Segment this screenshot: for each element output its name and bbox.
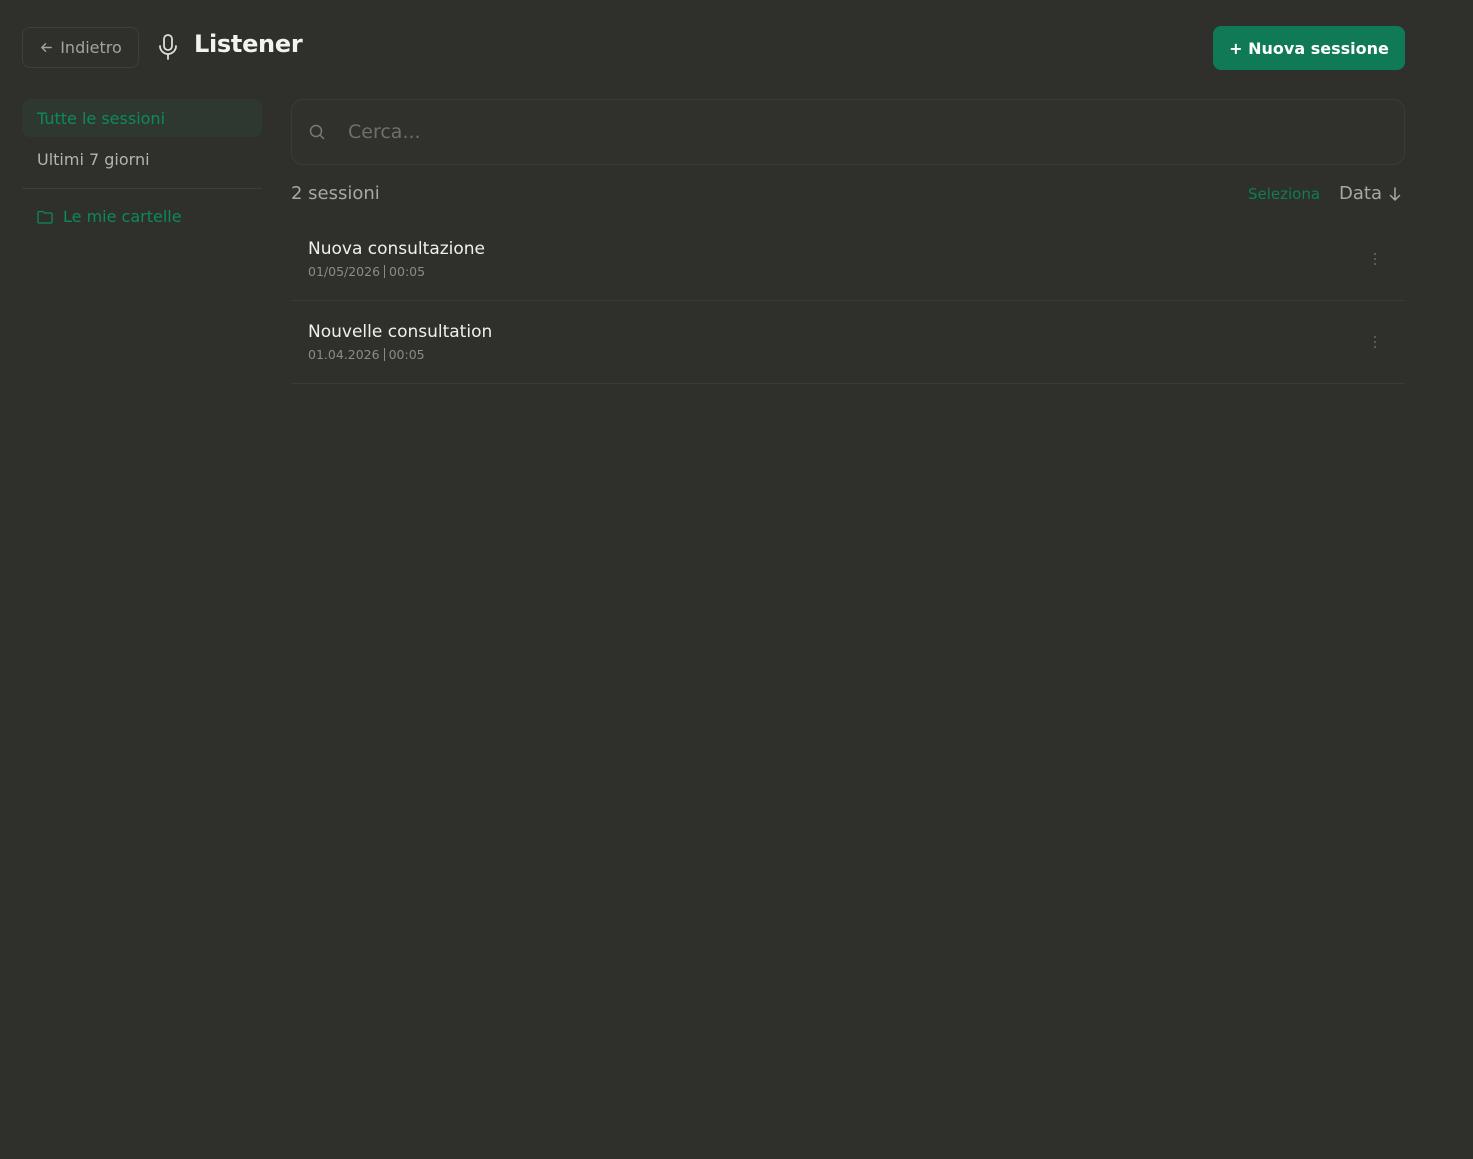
session-meta: 01.04.2026 00:05 <box>308 347 425 362</box>
meta-separator <box>384 265 386 278</box>
session-duration: 00:05 <box>389 264 426 279</box>
sidebar-item-label: Tutte le sessioni <box>37 108 166 128</box>
arrow-left-icon <box>41 43 53 52</box>
session-duration: 00:05 <box>388 347 425 362</box>
back-button[interactable]: Indietro <box>22 27 139 68</box>
session-date: 01.04.2026 <box>308 347 380 362</box>
session-count: 2 sessioni <box>291 183 380 204</box>
sidebar-item-last-7-days[interactable]: Ultimi 7 giorni <box>22 140 262 178</box>
select-button[interactable]: Seleziona <box>1248 185 1320 203</box>
session-title: Nuova consultazione <box>308 239 486 259</box>
sidebar-divider <box>22 188 262 189</box>
sidebar-item-all-sessions[interactable]: Tutte le sessioni <box>22 99 262 137</box>
folder-icon <box>37 210 53 224</box>
back-button-label: Indietro <box>60 38 122 57</box>
session-date: 01/05/2026 <box>308 264 381 279</box>
arrow-down-icon <box>1389 186 1401 201</box>
session-row[interactable]: Nuova consultazione 01/05/2026 00:05 <box>291 217 1405 301</box>
session-title: Nouvelle consultation <box>308 322 493 342</box>
session-menu-button[interactable] <box>1367 251 1383 267</box>
meta-separator <box>383 348 385 361</box>
session-row[interactable]: Nouvelle consultation 01.04.2026 00:05 <box>291 300 1405 384</box>
more-vertical-icon <box>1374 253 1376 265</box>
sort-label: Data <box>1339 183 1382 204</box>
sidebar-item-label: Ultimi 7 giorni <box>37 149 150 169</box>
search-icon <box>309 124 325 140</box>
session-menu-button[interactable] <box>1367 334 1383 350</box>
app-title: Listener <box>194 30 303 58</box>
new-session-button[interactable]: + Nuova sessione <box>1213 26 1405 70</box>
search-box <box>291 99 1405 165</box>
session-meta: 01/05/2026 00:05 <box>308 264 425 279</box>
more-vertical-icon <box>1374 336 1376 348</box>
sort-by-date-button[interactable]: Data <box>1339 183 1402 204</box>
my-folders-link[interactable]: Le mie cartelle <box>37 207 182 226</box>
my-folders-label: Le mie cartelle <box>63 207 182 226</box>
search-input[interactable] <box>346 120 1346 144</box>
microphone-icon <box>159 34 177 60</box>
